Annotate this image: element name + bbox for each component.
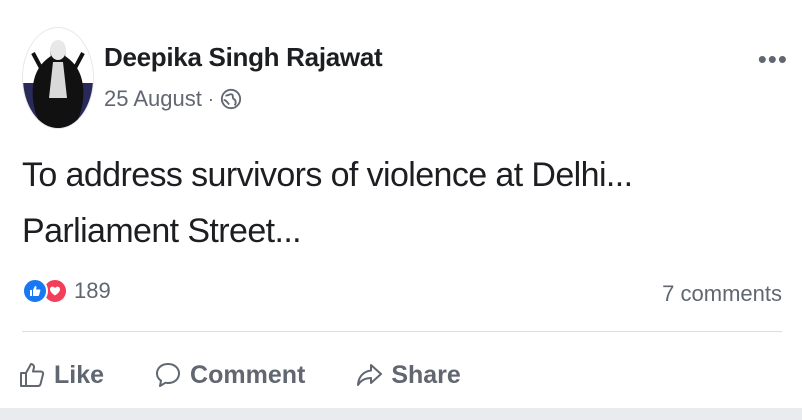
like-button[interactable]: Like <box>18 361 104 390</box>
post-date[interactable]: 25 August <box>104 86 202 112</box>
post-meta: 25 August · <box>104 86 242 112</box>
like-label: Like <box>54 360 105 389</box>
author-name[interactable]: Deepika Singh Rajawat <box>104 42 383 73</box>
share-button[interactable]: Share <box>355 360 461 390</box>
feed-background <box>0 408 802 420</box>
comments-count[interactable]: 7 comments <box>662 281 782 307</box>
meta-separator: · <box>207 88 214 109</box>
globe-icon[interactable] <box>220 88 242 110</box>
like-reaction-icon <box>22 278 48 304</box>
thumbs-up-icon <box>20 363 45 387</box>
action-bar: Like Comment Share <box>18 350 511 400</box>
comment-icon <box>156 363 181 387</box>
reactions-count[interactable]: 189 <box>74 278 111 304</box>
comment-label: Comment <box>190 360 306 389</box>
divider <box>22 331 782 332</box>
comment-button[interactable]: Comment <box>154 361 305 390</box>
post-text: To address survivors of violence at Delh… <box>22 156 633 250</box>
share-icon <box>357 364 383 386</box>
avatar-image <box>23 28 93 128</box>
more-options-button[interactable]: ••• <box>758 44 788 75</box>
reactions-summary[interactable]: 189 <box>22 278 111 304</box>
avatar[interactable] <box>22 27 94 129</box>
post-card: Deepika Singh Rajawat 25 August · ••• To… <box>0 0 802 410</box>
share-label: Share <box>391 360 461 389</box>
